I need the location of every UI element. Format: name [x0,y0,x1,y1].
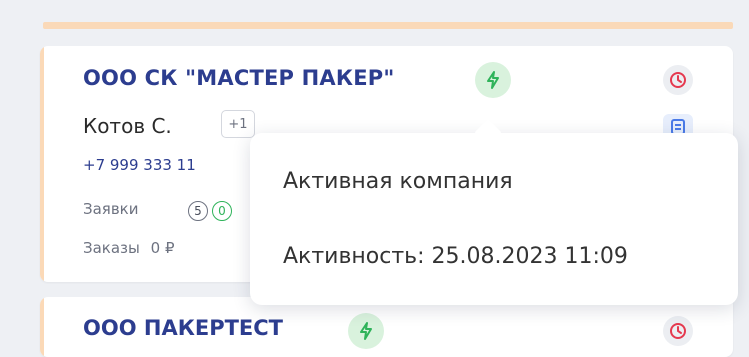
history-button[interactable] [663,316,693,346]
company-name-link[interactable]: ООО СК "МАСТЕР ПАКЕР" [83,66,395,90]
history-button[interactable] [663,65,693,95]
clock-icon [670,323,686,339]
orders-row: Заказы 0 ₽ [83,239,175,257]
lightning-icon [487,71,499,89]
clock-icon [670,72,686,88]
requests-row: Заявки [83,200,138,218]
top-accent-strip [43,22,733,29]
more-contacts-chip[interactable]: +1 [221,110,255,138]
requests-active-count[interactable]: 0 [212,201,232,221]
requests-label: Заявки [83,200,139,218]
contact-person[interactable]: Котов С. [83,114,172,138]
company-name-link[interactable]: ООО ПАКЕРТЕСТ [83,316,283,340]
active-status-badge[interactable] [475,62,511,98]
activity-tooltip: Активная компания Активность: 25.08.2023… [250,133,738,305]
tooltip-status: Активная компания [283,169,513,194]
company-card[interactable]: ООО ПАКЕРТЕСТ [40,297,733,357]
orders-label: Заказы [83,239,140,257]
requests-total-count[interactable]: 5 [188,201,208,221]
tooltip-activity: Активность: 25.08.2023 11:09 [283,244,628,269]
contact-phone-link[interactable]: +7 999 333 11 [83,156,196,174]
orders-value: 0 ₽ [150,239,175,257]
active-status-badge[interactable] [348,313,384,349]
lightning-icon [360,322,372,340]
card-accent-bar [40,46,44,282]
card-accent-bar [40,297,44,357]
